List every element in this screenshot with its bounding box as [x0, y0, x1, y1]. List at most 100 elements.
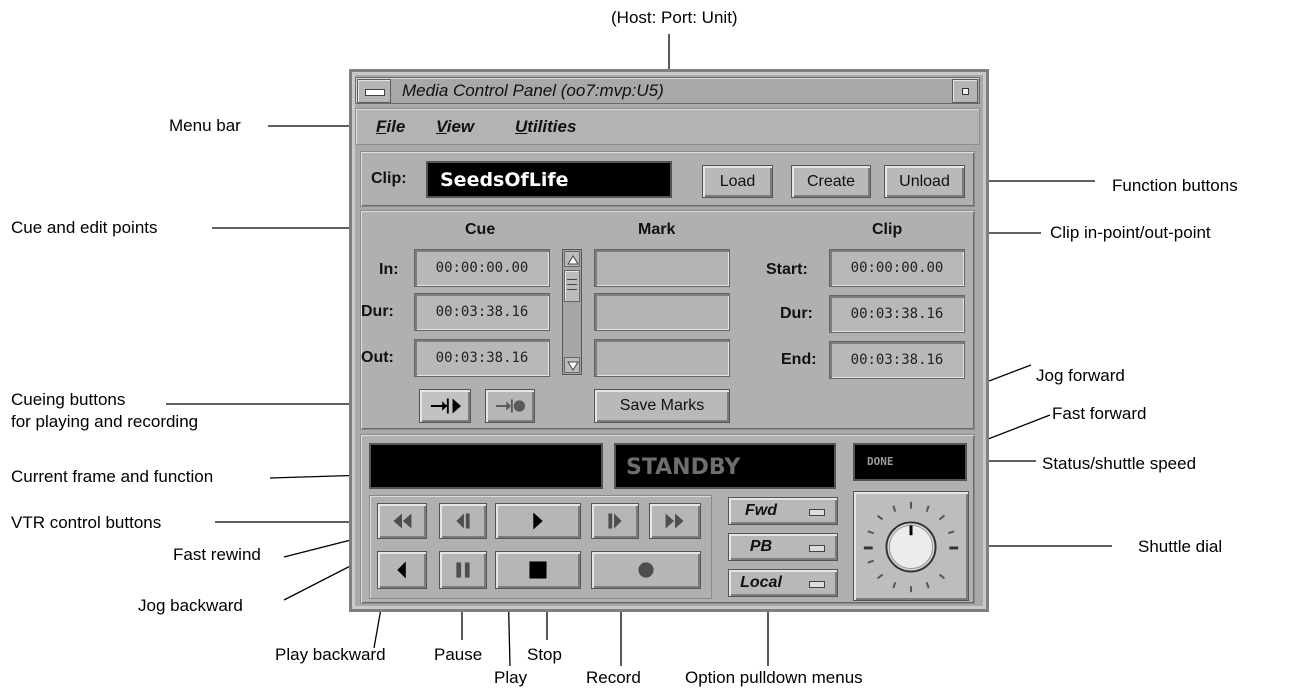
jog-backward-icon	[456, 513, 470, 529]
callout-menu-bar: Menu bar	[169, 116, 241, 135]
fast-rewind-button[interactable]	[377, 503, 427, 539]
cue-in-field[interactable]: 00:00:00.00	[414, 249, 550, 287]
menu-file[interactable]: File	[376, 117, 405, 137]
clip-name-field[interactable]: SeedsOfLife	[426, 161, 672, 198]
clip-dur-field[interactable]: 00:03:38.16	[829, 295, 965, 333]
create-button[interactable]: Create	[791, 165, 871, 198]
cue-record-icon	[495, 399, 526, 413]
shuttle-speed-display: DONE	[853, 443, 967, 481]
scroll-thumb[interactable]	[564, 270, 580, 302]
clip-label: Clip:	[371, 170, 407, 187]
out-label: Out:	[361, 349, 394, 366]
shuttle-dial[interactable]	[853, 491, 969, 601]
mark-out-field[interactable]	[594, 339, 730, 377]
mark-header: Mark	[638, 221, 676, 238]
jog-forward-button[interactable]	[591, 503, 639, 539]
scroll-up-arrow-icon[interactable]	[564, 251, 580, 267]
clip-end-field[interactable]: 00:03:38.16	[829, 341, 965, 379]
end-label: End:	[781, 351, 817, 368]
unload-button[interactable]: Unload	[884, 165, 965, 198]
jog-forward-icon	[608, 513, 622, 529]
menu-view[interactable]: View	[436, 117, 474, 137]
window-title: Media Control Panel (oo7:mvp:U5)	[402, 81, 664, 100]
shuttle-status-text: DONE	[867, 455, 894, 468]
fwd-option-menu[interactable]: Fwd	[728, 497, 838, 525]
mark-dur-field[interactable]	[594, 293, 730, 331]
cue-record-button[interactable]	[485, 389, 535, 423]
local-option-indicator-icon	[809, 581, 825, 588]
callout-clip-in-out: Clip in-point/out-point	[1050, 223, 1211, 242]
callout-pause: Pause	[434, 645, 483, 664]
function-status-text: STANDBY	[626, 455, 741, 480]
mark-in-field[interactable]	[594, 249, 730, 287]
current-frame-display	[369, 443, 603, 489]
stop-button[interactable]	[495, 551, 581, 589]
pb-option-indicator-icon	[809, 545, 825, 552]
function-display: STANDBY	[614, 443, 836, 489]
menu-bar: File View Utilities	[355, 108, 980, 145]
callout-function-buttons: Function buttons	[1112, 176, 1238, 195]
callout-fast-rewind: Fast rewind	[173, 545, 261, 564]
record-button[interactable]	[591, 551, 701, 589]
dur-label: Dur:	[361, 303, 394, 320]
play-icon	[533, 512, 543, 530]
callout-cue-edit-points: Cue and edit points	[11, 218, 158, 237]
menu-utilities[interactable]: Utilities	[515, 117, 576, 137]
jog-backward-button[interactable]	[439, 503, 487, 539]
callout-status-shuttle: Status/shuttle speed	[1042, 454, 1197, 473]
cue-header: Cue	[465, 221, 496, 238]
clip-dur-label: Dur:	[780, 305, 813, 322]
cue-play-button[interactable]	[419, 389, 471, 423]
save-marks-button[interactable]: Save Marks	[594, 389, 730, 423]
scroll-down-arrow-icon[interactable]	[564, 357, 580, 373]
clip-header: Clip	[872, 221, 903, 238]
callout-record: Record	[586, 668, 641, 687]
local-option-label: Local	[740, 574, 782, 591]
clip-start-field[interactable]: 00:00:00.00	[829, 249, 965, 287]
pause-icon	[456, 562, 470, 578]
callout-cueing-buttons-line2: for playing and recording	[11, 412, 199, 431]
callout-play: Play	[494, 668, 528, 687]
fast-forward-icon	[665, 513, 684, 529]
start-label: Start:	[766, 261, 808, 278]
clip-name-text: SeedsOfLife	[440, 169, 569, 191]
clip-panel: Clip: SeedsOfLife Load Create Unload	[360, 151, 975, 207]
callout-current-frame: Current frame and function	[11, 467, 214, 486]
pb-option-menu[interactable]: PB	[728, 533, 838, 561]
window-menu-button[interactable]	[357, 79, 391, 103]
callout-fast-forward: Fast forward	[1052, 404, 1147, 423]
minimize-button[interactable]	[952, 79, 978, 103]
callout-jog-backward: Jog backward	[138, 596, 243, 615]
in-label: In:	[379, 261, 399, 278]
play-button[interactable]	[495, 503, 581, 539]
cue-out-field[interactable]: 00:03:38.16	[414, 339, 550, 377]
play-backward-button[interactable]	[377, 551, 427, 589]
callout-play-backward: Play backward	[275, 645, 386, 664]
fwd-option-indicator-icon	[809, 509, 825, 516]
callout-option-menus: Option pulldown menus	[685, 668, 863, 687]
callout-jog-forward: Jog forward	[1036, 366, 1125, 385]
callout-cueing-buttons-line1: Cueing buttons	[11, 390, 126, 409]
callout-stop: Stop	[527, 645, 562, 664]
fwd-option-label: Fwd	[745, 502, 777, 519]
fast-forward-button[interactable]	[649, 503, 701, 539]
cue-scrollbar[interactable]	[562, 249, 582, 375]
minimize-icon	[962, 88, 969, 95]
local-option-menu[interactable]: Local	[728, 569, 838, 597]
callout-host-port-unit: (Host: Port: Unit)	[611, 8, 738, 27]
callout-shuttle-dial: Shuttle dial	[1138, 537, 1223, 556]
record-icon	[638, 562, 654, 578]
cue-dur-field[interactable]: 00:03:38.16	[414, 293, 550, 331]
load-button[interactable]: Load	[702, 165, 773, 198]
callout-cueing-buttons: Cueing buttons for playing and recording	[11, 390, 198, 432]
window-menu-icon	[365, 89, 385, 96]
pb-option-label: PB	[749, 538, 773, 555]
points-panel: Cue Mark Clip In: Dur: Out: 00:00:00.00 …	[360, 210, 975, 430]
fast-rewind-icon	[393, 513, 412, 529]
control-panel: STANDBY DONE Fwd PB Local	[360, 434, 975, 604]
play-backward-icon	[397, 561, 406, 579]
pause-button[interactable]	[439, 551, 487, 589]
cue-play-icon	[430, 398, 461, 414]
stop-icon	[529, 561, 547, 579]
shuttle-dial-icon	[863, 501, 959, 593]
